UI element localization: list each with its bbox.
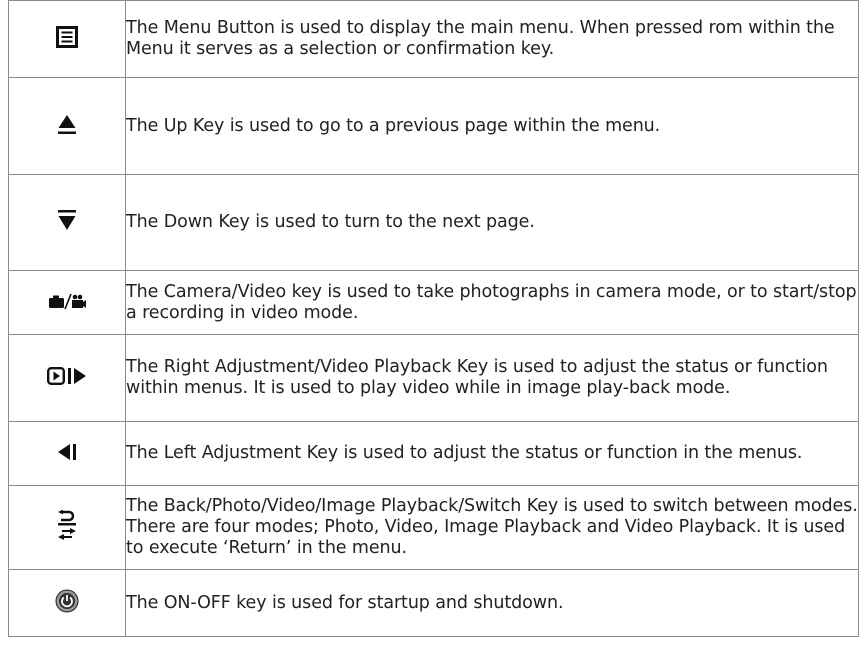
menu-button-description: The Menu Button is used to display the m… [125, 0, 859, 78]
icon-cell [8, 334, 126, 422]
left-adjust-icon [57, 442, 77, 462]
table-row: The Up Key is used to go to a previous p… [8, 77, 859, 175]
icon-cell [8, 270, 126, 335]
up-key-description: The Up Key is used to go to a previous p… [125, 77, 859, 175]
icon-cell [8, 485, 126, 570]
table-row: The Down Key is used to turn to the next… [8, 174, 859, 271]
down-key-description: The Down Key is used to turn to the next… [125, 174, 859, 271]
playback-right-icon [47, 366, 87, 386]
table-row: The Menu Button is used to display the m… [8, 0, 859, 78]
camera-video-icon [48, 291, 86, 311]
icon-cell [8, 421, 126, 486]
key-function-table: The Menu Button is used to display the m… [8, 0, 859, 637]
table-row: The ON-OFF key is used for startup and s… [8, 569, 859, 637]
back-switch-icon [57, 509, 77, 542]
table-row: The Camera/Video key is used to take pho… [8, 270, 859, 335]
back-switch-key-description: The Back/Photo/Video/Image Playback/Swit… [125, 485, 859, 570]
down-arrow-icon [57, 209, 77, 233]
on-off-key-description: The ON-OFF key is used for startup and s… [125, 569, 859, 637]
table-row: The Right Adjustment/Video Playback Key … [8, 334, 859, 422]
icon-cell [8, 174, 126, 271]
icon-cell [8, 77, 126, 175]
menu-list-icon [56, 26, 78, 48]
camera-video-key-description: The Camera/Video key is used to take pho… [125, 270, 859, 335]
table-row: The Back/Photo/Video/Image Playback/Swit… [8, 485, 859, 570]
up-arrow-icon [57, 113, 77, 135]
power-icon [55, 589, 79, 613]
left-adjustment-key-description: The Left Adjustment Key is used to adjus… [125, 421, 859, 486]
table-row: The Left Adjustment Key is used to adjus… [8, 421, 859, 486]
icon-cell [8, 0, 126, 78]
right-adjustment-key-description: The Right Adjustment/Video Playback Key … [125, 334, 859, 422]
icon-cell [8, 569, 126, 637]
